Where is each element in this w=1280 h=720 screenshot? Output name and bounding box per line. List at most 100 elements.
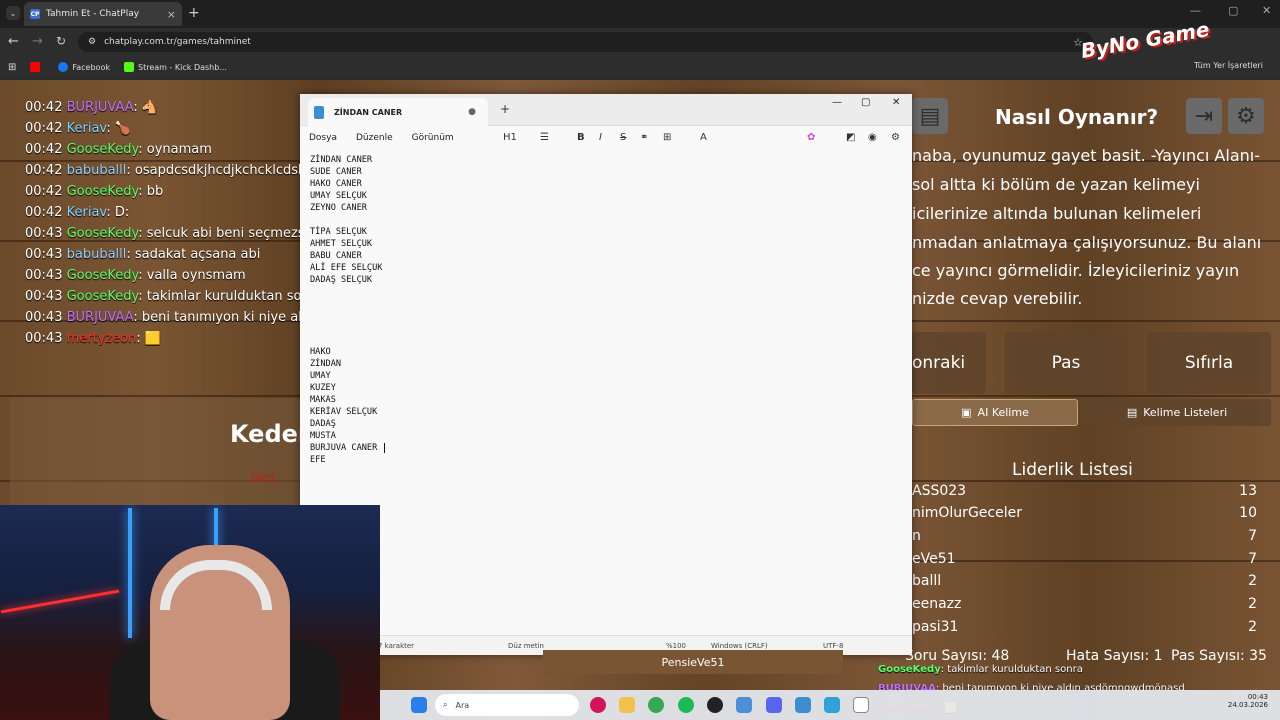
app-icon[interactable] — [824, 697, 840, 713]
leaderboard-row: eenazz 2 — [912, 596, 1257, 612]
copilot-icon[interactable]: ✿ — [807, 132, 815, 143]
bookmark-kick[interactable]: Stream - Kick Dashb... — [123, 62, 227, 72]
chat-text: : selcuk abi beni seçmezse çıkarım — [138, 226, 300, 241]
list-icon[interactable]: ☰ — [540, 132, 549, 143]
account-icon[interactable]: ◉ — [868, 132, 877, 143]
how-to-play-title: Nasıl Oynanır? — [995, 105, 1159, 129]
bookmark-youtube[interactable] — [30, 62, 44, 72]
chat-time: 00:43 — [25, 247, 63, 262]
tab-search-button[interactable]: ⌄ — [6, 6, 20, 20]
chat-text: : oynamam — [138, 142, 212, 157]
new-tab-button[interactable]: + — [188, 5, 200, 21]
file-explorer-icon[interactable] — [619, 697, 635, 713]
chat-text: : sadakat açsana abi — [126, 247, 261, 262]
next-button[interactable]: onraki — [912, 332, 986, 394]
reload-button[interactable]: ↻ — [56, 34, 66, 48]
player-score: 7 — [1248, 528, 1257, 544]
reset-button-label: Sıfırla — [1184, 353, 1234, 373]
chat-username: GooseKedy — [66, 268, 139, 283]
chat-message: 00:42 GooseKedy: oynamam — [25, 142, 300, 157]
notepad-close-button[interactable]: ✕ — [892, 97, 900, 108]
app-icon[interactable] — [853, 697, 869, 713]
player-score: 7 — [1248, 551, 1257, 567]
strikethrough-icon[interactable]: S — [620, 132, 626, 143]
secret-word: Keder — [230, 420, 310, 448]
link-icon[interactable]: ⚭ — [640, 132, 648, 143]
notepad-new-tab-button[interactable]: + — [500, 102, 510, 116]
bookmark-facebook[interactable]: Facebook — [58, 62, 110, 72]
site-info-icon[interactable]: ⚙ — [88, 37, 96, 47]
announcement-icon[interactable]: ◩ — [846, 132, 855, 143]
notes-icon[interactable]: ▤ — [912, 98, 948, 134]
chat-time: 00:43 — [25, 331, 63, 346]
forward-button[interactable]: → — [32, 34, 43, 49]
ai-word-button[interactable]: ▣ AI Kelime — [912, 399, 1078, 426]
notepad-tab[interactable]: ZİNDAN CANER ● — [308, 98, 488, 126]
leaderboard-row: ASS023 13 — [912, 483, 1257, 499]
menu-edit[interactable]: Düzenle — [356, 133, 393, 143]
bold-icon[interactable]: B — [577, 132, 585, 143]
clear-format-icon[interactable]: A — [700, 132, 707, 143]
address-bar[interactable]: ⚙ chatplay.com.tr/games/tahminet ☆ — [78, 32, 1093, 52]
taskbar-search[interactable]: ⌕ Ara — [435, 694, 579, 716]
chat-username: mertyzeon — [66, 331, 137, 346]
tab-title: Tahmin Et - ChatPlay — [46, 9, 140, 19]
chat-text: : osapdcsdkjhcdjkchcklcdsklcds — [126, 163, 300, 178]
notepad-text-area[interactable]: ZİNDAN CANER SUDE CANER HAKO CANER UMAY … — [310, 154, 386, 466]
notepad-minimize-button[interactable]: — — [832, 97, 842, 108]
app-icon[interactable] — [590, 697, 606, 713]
close-tab-icon[interactable]: × — [167, 8, 176, 21]
how-to-line: nizde cevap verebilir. — [912, 289, 1083, 308]
pass-button[interactable]: Pas — [1005, 332, 1127, 394]
obs-icon[interactable] — [707, 697, 723, 713]
url-text: chatplay.com.tr/games/tahminet — [104, 37, 251, 47]
reset-button[interactable]: Sıfırla — [1147, 332, 1271, 394]
search-placeholder: Ara — [455, 700, 470, 710]
menu-view[interactable]: Görünüm — [412, 133, 454, 143]
spotify-icon[interactable] — [678, 697, 694, 713]
neon-light — [128, 508, 132, 638]
app-icon[interactable] — [736, 697, 752, 713]
player-name: nimOlurGeceler — [912, 505, 1022, 521]
chat-time: 00:42 — [25, 205, 63, 220]
chat-time: 00:42 — [25, 163, 63, 178]
italic-icon[interactable]: I — [599, 132, 602, 143]
player-name: ASS023 — [912, 483, 967, 499]
discord-icon[interactable] — [766, 697, 782, 713]
browser-tab[interactable]: CP Tahmin Et - ChatPlay × — [24, 2, 182, 26]
leaderboard-row: balll 2 — [912, 573, 1257, 589]
chat-time: 00:42 — [25, 121, 63, 136]
unsaved-dot-icon[interactable]: ● — [468, 107, 476, 117]
chat-text: : takimlar kurulduktan sonra — [138, 289, 300, 304]
kick-icon — [123, 62, 134, 72]
chat-time: 00:42 — [25, 184, 63, 199]
settings-icon[interactable]: ⚙ — [891, 132, 900, 143]
menu-file[interactable]: Dosya — [309, 133, 337, 143]
close-window-button[interactable]: ✕ — [1262, 4, 1271, 17]
exit-icon[interactable]: ⇥ — [1186, 98, 1222, 134]
taskbar-clock[interactable]: 00:43 24.03.2026 — [1226, 693, 1268, 709]
leaderboard-row: n7 — [912, 528, 1257, 544]
minimize-window-button[interactable]: — — [1190, 4, 1201, 17]
player-score: 2 — [1248, 573, 1257, 589]
table-icon[interactable]: ⊞ — [663, 132, 671, 143]
apps-grid-icon[interactable]: ⊞ — [8, 62, 16, 73]
chat-text: : 🐴 — [133, 100, 159, 115]
settings-gear-icon[interactable]: ⚙ — [1228, 98, 1264, 134]
text-mode: Düz metin — [508, 642, 544, 650]
pass-count: Pas Sayısı: 35 — [1171, 648, 1267, 664]
chat-text: : D: — [106, 205, 130, 220]
heading-dropdown[interactable]: H1 — [503, 132, 517, 143]
back-button[interactable]: ← — [8, 34, 19, 49]
chrome-icon[interactable] — [648, 697, 664, 713]
all-bookmarks-link[interactable]: Tüm Yer İşaretleri — [1194, 61, 1263, 70]
maximize-window-button[interactable]: ▢ — [1228, 4, 1238, 17]
chat-text: : 🍗 — [106, 121, 132, 136]
how-to-line: icilerinize altında bulunan kelimeleri — [912, 204, 1202, 223]
word-lists-button[interactable]: ▤ Kelime Listeleri — [1083, 399, 1271, 426]
windows-start-icon[interactable] — [411, 697, 427, 713]
chat-time: 00:42 — [25, 100, 63, 115]
notepad-taskbar-icon[interactable] — [795, 697, 811, 713]
notepad-maximize-button[interactable]: ▢ — [861, 97, 870, 108]
chat-message: 00:43 GooseKedy: valla oynsmam — [25, 268, 300, 283]
